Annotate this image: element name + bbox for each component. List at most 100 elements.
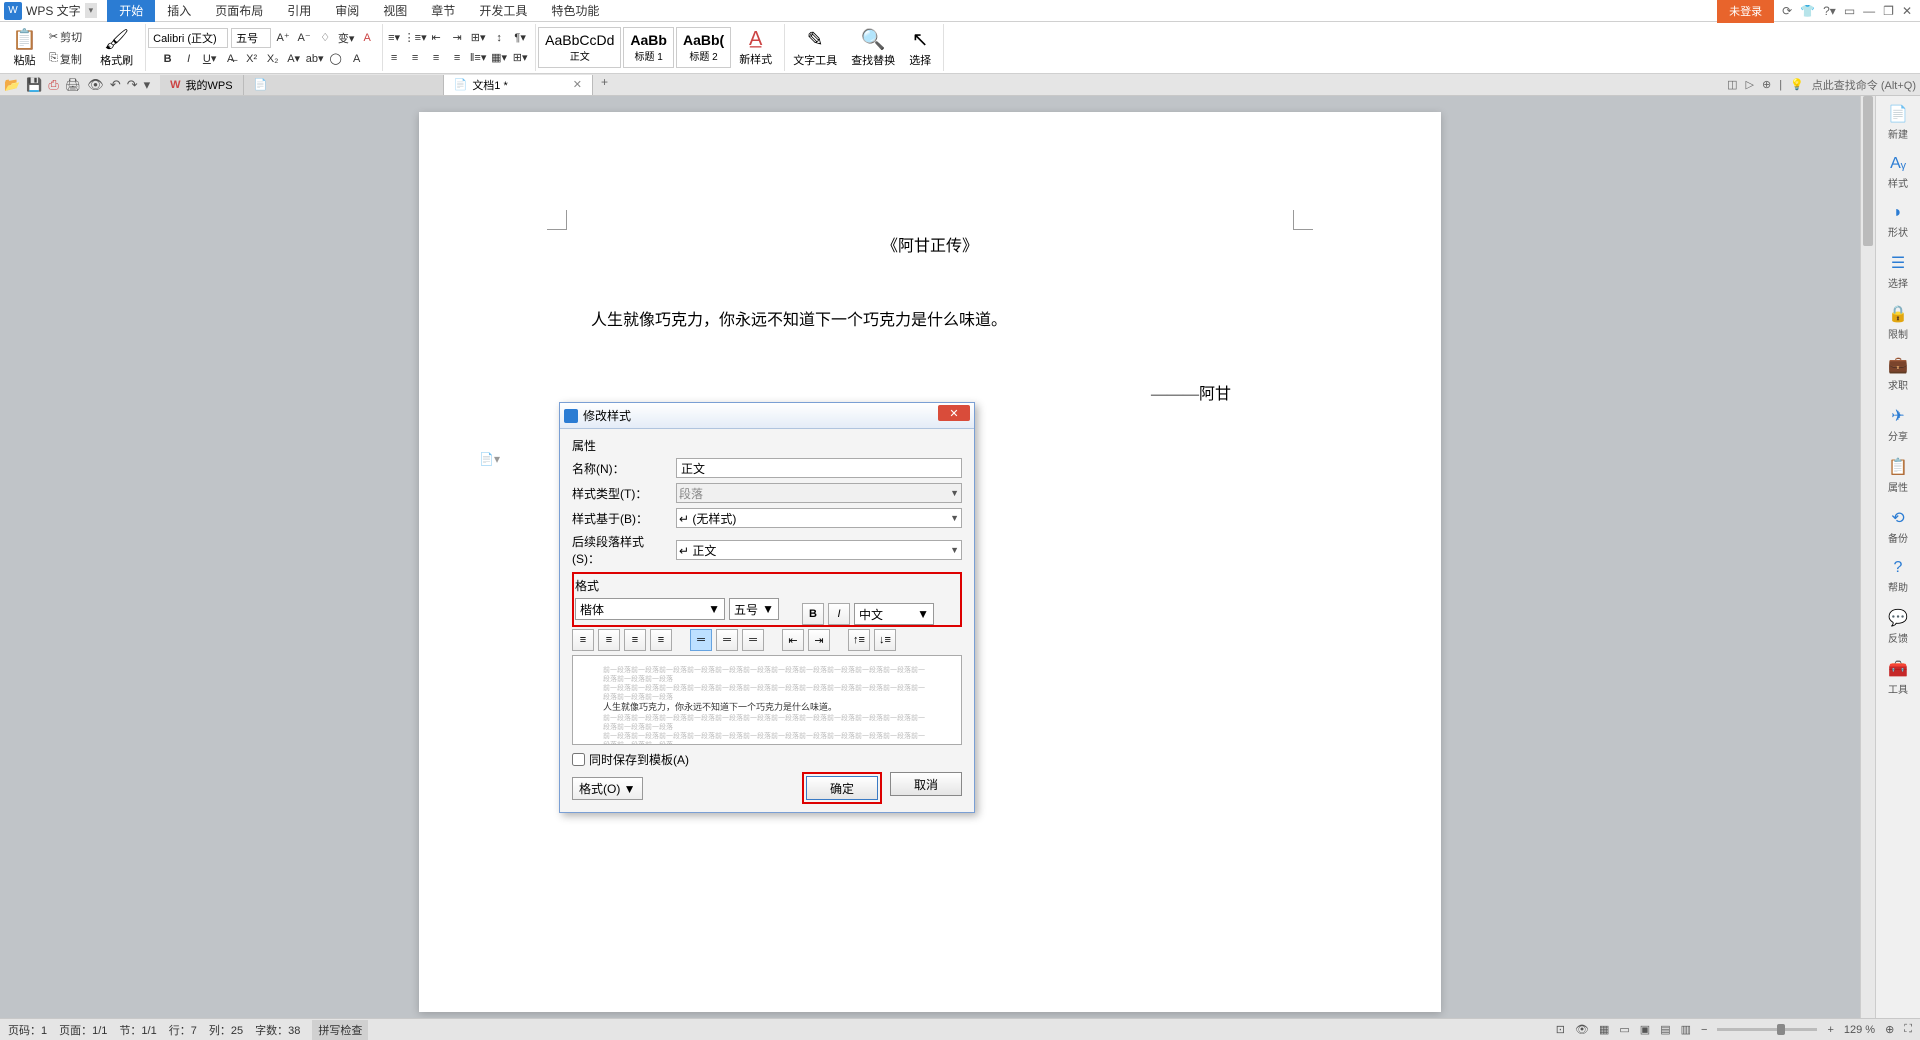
indent-inc-button[interactable]: ⇥ <box>448 29 466 47</box>
fit-icon[interactable]: ⊕ <box>1885 1023 1894 1036</box>
window-icon[interactable]: ▭ <box>1844 4 1855 18</box>
pdf-icon[interactable]: ⎙ <box>48 77 58 93</box>
subscript-button[interactable]: X₂ <box>264 50 282 68</box>
font-name-select[interactable] <box>148 28 228 48</box>
maximize-icon[interactable]: ❐ <box>1883 4 1894 18</box>
login-button[interactable]: 未登录 <box>1717 0 1774 23</box>
zoom-thumb[interactable] <box>1777 1024 1785 1035</box>
print-icon[interactable]: 🖨 <box>65 77 82 93</box>
cancel-button[interactable]: 取消 <box>890 772 962 796</box>
panel-help[interactable]: ?帮助 <box>1888 559 1908 594</box>
refresh-icon[interactable]: ⟳ <box>1782 4 1792 18</box>
redo-icon[interactable]: ↷ <box>127 77 138 93</box>
dlg-indent-inc[interactable]: ⇥ <box>808 629 830 651</box>
tab-developer[interactable]: 开发工具 <box>467 0 539 22</box>
char-border-button[interactable]: A <box>348 50 366 68</box>
dlg-lang-select[interactable]: 中文▼ <box>854 603 934 625</box>
zoom-slider[interactable] <box>1717 1028 1817 1031</box>
format-painter-button[interactable]: 🖌 格式刷 <box>94 25 139 70</box>
find-replace-button[interactable]: 🔍 查找替换 <box>845 25 901 70</box>
line-spacing-button[interactable]: ‖≡▾ <box>469 49 487 67</box>
tab-doc1[interactable]: 📄 文档1 * ✕ <box>444 75 593 95</box>
paste-button[interactable]: 📋 粘贴 <box>6 25 43 70</box>
panel-share[interactable]: ✈分享 <box>1888 406 1908 443</box>
page[interactable]: 《阿甘正传》 人生就像巧克力，你永远不知道下一个巧克力是什么味道。 ———阿甘 … <box>419 112 1441 1012</box>
next-select[interactable]: ↵ 正文▼ <box>676 540 962 560</box>
panel-style[interactable]: Aᵧ样式 <box>1888 155 1908 190</box>
dlg-italic-button[interactable]: I <box>828 603 850 625</box>
panel-props[interactable]: 📋属性 <box>1888 457 1908 494</box>
select-button[interactable]: ↖ 选择 <box>903 25 937 70</box>
style-normal[interactable]: AaBbCcDd 正文 <box>538 27 621 68</box>
panel-select[interactable]: ☰选择 <box>1888 253 1908 290</box>
view-read[interactable]: ▥ <box>1681 1023 1691 1036</box>
phonetic-icon[interactable]: A <box>358 29 376 47</box>
dlg-size-select[interactable]: 五号▼ <box>729 598 779 620</box>
align-right-button[interactable]: ≡ <box>427 49 445 67</box>
more-qa-icon[interactable]: ▾ <box>144 77 151 93</box>
close-icon[interactable]: ✕ <box>1902 4 1912 18</box>
numbering-button[interactable]: ⋮≡▾ <box>406 29 424 47</box>
new-style-button[interactable]: A̲ 新样式 <box>733 26 778 69</box>
view-print[interactable]: ▭ <box>1619 1023 1629 1036</box>
panel-tools[interactable]: 🧰工具 <box>1888 659 1908 696</box>
dlg-align-left[interactable]: ≡ <box>572 629 594 651</box>
view-icon2[interactable]: 👁 <box>1575 1023 1589 1036</box>
italic-button[interactable]: I <box>180 50 198 68</box>
tab-start[interactable]: 开始 <box>107 0 155 22</box>
tab-chapter[interactable]: 章节 <box>419 0 467 22</box>
tab-insert[interactable]: 插入 <box>155 0 203 22</box>
superscript-button[interactable]: X² <box>243 50 261 68</box>
dlg-align-justify[interactable]: ≡ <box>650 629 672 651</box>
panel-backup[interactable]: ⟲备份 <box>1888 508 1908 545</box>
shading-button[interactable]: ▦▾ <box>490 49 508 67</box>
tab-view[interactable]: 视图 <box>371 0 419 22</box>
zoom-value[interactable]: 129 % <box>1844 1024 1875 1036</box>
dlg-indent-dec[interactable]: ⇤ <box>782 629 804 651</box>
minimize-icon[interactable]: — <box>1863 4 1875 18</box>
document-scroll[interactable]: 《阿甘正传》 人生就像巧克力，你永远不知道下一个巧克力是什么味道。 ———阿甘 … <box>0 96 1860 1018</box>
tab-close-icon[interactable]: ✕ <box>573 78 582 91</box>
open-icon[interactable]: 📂 <box>4 77 20 93</box>
cut-button[interactable]: ✂剪切 <box>45 27 86 47</box>
tab-mywps[interactable]: W 我的WPS <box>160 75 243 95</box>
panel-feedback[interactable]: 💬反馈 <box>1888 608 1908 645</box>
copy-button[interactable]: ⎘复制 <box>45 49 86 69</box>
icon3[interactable]: ⊕ <box>1762 78 1771 91</box>
based-select[interactable]: ↵ (无样式)▼ <box>676 508 962 528</box>
align-center-button[interactable]: ≡ <box>406 49 424 67</box>
sort-button[interactable]: ↕ <box>490 29 508 47</box>
underline-button[interactable]: U▾ <box>201 50 219 68</box>
dialog-titlebar[interactable]: 修改样式 ✕ <box>560 403 974 429</box>
save-icon[interactable]: 💾 <box>26 77 42 93</box>
icon1[interactable]: ◫ <box>1727 78 1737 91</box>
dlg-align-center[interactable]: ≡ <box>598 629 620 651</box>
dlg-spacing2[interactable]: ═ <box>716 629 738 651</box>
panel-restrict[interactable]: 🔒限制 <box>1888 304 1908 341</box>
help-icon[interactable]: ?▾ <box>1823 4 1836 18</box>
clear-format-icon[interactable]: ♢ <box>316 29 334 47</box>
enclose-button[interactable]: ◯ <box>327 50 345 68</box>
borders-button[interactable]: ⊞▾ <box>511 49 529 67</box>
zoom-in[interactable]: + <box>1827 1024 1833 1036</box>
dlg-spacing1[interactable]: ═ <box>690 629 712 651</box>
tab-add-button[interactable]: + <box>593 75 616 95</box>
save-template-checkbox[interactable]: 同时保存到模板(A) <box>572 751 962 768</box>
panel-new[interactable]: 📄新建 <box>1888 104 1908 141</box>
status-pages[interactable]: 页面：1/1 <box>59 1022 107 1038</box>
search-commands[interactable]: 点此查找命令 (Alt+Q) <box>1812 77 1916 93</box>
format-dropdown-button[interactable]: 格式(O) ▼ <box>572 777 643 800</box>
name-input[interactable] <box>676 458 962 478</box>
icon2[interactable]: ▷ <box>1746 78 1754 91</box>
show-marks-button[interactable]: ¶▾ <box>511 29 529 47</box>
style-heading1[interactable]: AaBb 标题 1 <box>623 27 674 68</box>
indent-dec-button[interactable]: ⇤ <box>427 29 445 47</box>
undo-icon[interactable]: ↶ <box>110 77 121 93</box>
view-web[interactable]: ▣ <box>1640 1023 1650 1036</box>
scroll-thumb[interactable] <box>1863 96 1873 246</box>
dlg-bold-button[interactable]: B <box>802 603 824 625</box>
align-left-button[interactable]: ≡ <box>385 49 403 67</box>
view-outline[interactable]: ▤ <box>1660 1023 1670 1036</box>
bold-button[interactable]: B <box>159 50 177 68</box>
tab-button[interactable]: ⊞▾ <box>469 29 487 47</box>
